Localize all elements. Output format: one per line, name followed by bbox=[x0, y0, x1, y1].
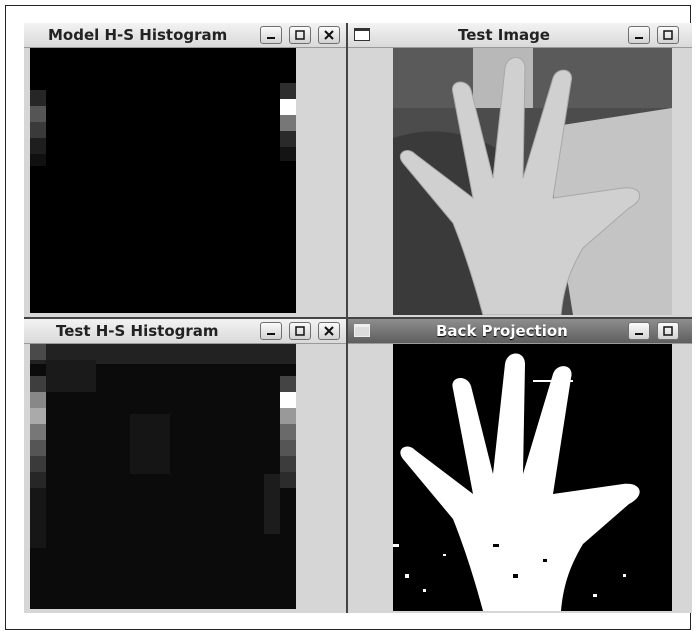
maximize-button[interactable] bbox=[289, 322, 311, 340]
hand-photo bbox=[393, 48, 672, 315]
back-projection-view bbox=[393, 344, 672, 611]
screenshot-frame: Model H-S Histogram Test Image Test H-S … bbox=[5, 5, 692, 630]
model-hs-histogram-titlebar[interactable]: Model H-S Histogram bbox=[24, 23, 346, 48]
minimize-icon bbox=[267, 37, 275, 39]
back-projection-window: Back Projection bbox=[348, 319, 692, 613]
close-button[interactable] bbox=[318, 26, 340, 44]
close-button[interactable] bbox=[318, 322, 340, 340]
window-title: Back Projection bbox=[436, 322, 568, 340]
maximize-icon bbox=[295, 30, 305, 40]
model-histogram-cells bbox=[30, 48, 296, 313]
window-title: Model H-S Histogram bbox=[48, 26, 228, 44]
window-title: Test Image bbox=[458, 26, 550, 44]
test-hs-histogram-titlebar[interactable]: Test H-S Histogram bbox=[24, 319, 346, 344]
test-hs-histogram-window: Test H-S Histogram bbox=[24, 319, 346, 613]
maximize-button[interactable] bbox=[657, 26, 679, 44]
minimize-button[interactable] bbox=[628, 322, 650, 340]
maximize-button[interactable] bbox=[657, 322, 679, 340]
test-histogram-canvas bbox=[30, 344, 296, 609]
back-projection-mask bbox=[393, 344, 672, 611]
window-menu-icon[interactable] bbox=[354, 324, 370, 337]
minimize-button[interactable] bbox=[628, 26, 650, 44]
minimize-button[interactable] bbox=[260, 26, 282, 44]
close-icon bbox=[324, 30, 334, 40]
minimize-icon bbox=[267, 333, 275, 335]
maximize-icon bbox=[663, 326, 673, 336]
maximize-button[interactable] bbox=[289, 26, 311, 44]
minimize-icon bbox=[635, 333, 643, 335]
model-hs-histogram-window: Model H-S Histogram bbox=[24, 23, 346, 317]
window-title: Test H-S Histogram bbox=[56, 322, 219, 340]
minimize-button[interactable] bbox=[260, 322, 282, 340]
test-image-titlebar[interactable]: Test Image bbox=[348, 23, 692, 48]
test-histogram-cells bbox=[30, 344, 296, 609]
test-image-view bbox=[393, 48, 672, 315]
test-image-window: Test Image bbox=[348, 23, 692, 317]
horizontal-divider bbox=[24, 317, 692, 319]
close-icon bbox=[324, 326, 334, 336]
model-histogram-canvas bbox=[30, 48, 296, 313]
window-menu-icon[interactable] bbox=[354, 28, 370, 41]
maximize-icon bbox=[295, 326, 305, 336]
minimize-icon bbox=[635, 37, 643, 39]
maximize-icon bbox=[663, 30, 673, 40]
back-projection-titlebar[interactable]: Back Projection bbox=[348, 319, 692, 344]
